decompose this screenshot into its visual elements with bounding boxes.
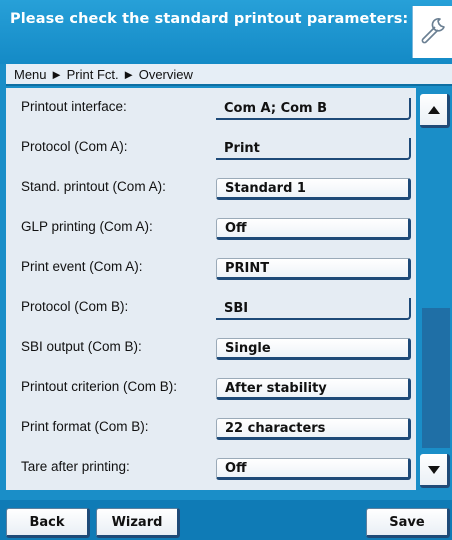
parameter-list: Printout interface: Com A; Com B Protocol … bbox=[6, 88, 416, 490]
footer-bar: Back Wizard Save bbox=[0, 500, 452, 540]
parameter-label: Protocol (Com B): bbox=[21, 299, 129, 314]
wizard-button[interactable]: Wizard bbox=[96, 508, 180, 538]
parameter-row: GLP printing (Com A): Off bbox=[6, 208, 416, 248]
parameter-value-field: Com A; Com B bbox=[216, 98, 411, 120]
parameter-row: Stand. printout (Com A): Standard 1 bbox=[6, 168, 416, 208]
parameter-value-button[interactable]: 22 characters bbox=[216, 418, 411, 440]
parameter-row: Tare after printing: Off bbox=[6, 448, 416, 488]
wrench-icon bbox=[418, 15, 448, 49]
header-bar: Please check the standard printout param… bbox=[0, 0, 452, 64]
parameter-value-field: Print bbox=[216, 138, 411, 160]
arrow-down-icon bbox=[427, 460, 441, 479]
scrollbar-track[interactable] bbox=[422, 133, 450, 448]
wrench-button[interactable] bbox=[412, 6, 452, 58]
parameter-label: Protocol (Com A): bbox=[21, 139, 128, 154]
parameter-label: Print format (Com B): bbox=[21, 419, 149, 434]
screen: Please check the standard printout param… bbox=[0, 0, 452, 540]
header-title: Please check the standard printout param… bbox=[10, 11, 409, 27]
parameter-row: Protocol (Com A): Print bbox=[6, 128, 416, 168]
parameter-row: Printout criterion (Com B): After stabili… bbox=[6, 368, 416, 408]
parameter-value-button[interactable]: Standard 1 bbox=[216, 178, 411, 200]
breadcrumb: Menu ► Print Fct. ► Overview bbox=[6, 64, 452, 86]
arrow-up-icon bbox=[427, 100, 441, 119]
parameter-value-button[interactable]: Off bbox=[216, 458, 411, 480]
parameter-label: Print event (Com A): bbox=[21, 259, 143, 274]
parameter-value-button[interactable]: Single bbox=[216, 338, 411, 360]
parameter-label: Printout interface: bbox=[21, 99, 127, 114]
parameter-value-button[interactable]: After stability bbox=[216, 378, 411, 400]
scrollbar-thumb[interactable] bbox=[422, 133, 450, 308]
save-button[interactable]: Save bbox=[366, 508, 450, 538]
scroll-up-button[interactable] bbox=[420, 94, 450, 128]
parameter-value-button[interactable]: PRINT bbox=[216, 258, 411, 280]
parameter-row: Print format (Com B): 22 characters bbox=[6, 408, 416, 448]
parameter-label: GLP printing (Com A): bbox=[21, 219, 153, 234]
back-button[interactable]: Back bbox=[6, 508, 90, 538]
parameter-row: Print event (Com A): PRINT bbox=[6, 248, 416, 288]
parameter-label: Printout criterion (Com B): bbox=[21, 379, 178, 394]
parameter-value-field: SBI bbox=[216, 298, 411, 320]
parameter-label: Stand. printout (Com A): bbox=[21, 179, 166, 194]
parameter-row: Printout interface: Com A; Com B bbox=[6, 88, 416, 128]
parameter-label: Tare after printing: bbox=[21, 459, 130, 474]
parameter-label: SBI output (Com B): bbox=[21, 339, 142, 354]
parameter-row: SBI output (Com B): Single bbox=[6, 328, 416, 368]
scroll-down-button[interactable] bbox=[420, 454, 450, 488]
parameter-row: Protocol (Com B): SBI bbox=[6, 288, 416, 328]
parameter-value-button[interactable]: Off bbox=[216, 218, 411, 240]
